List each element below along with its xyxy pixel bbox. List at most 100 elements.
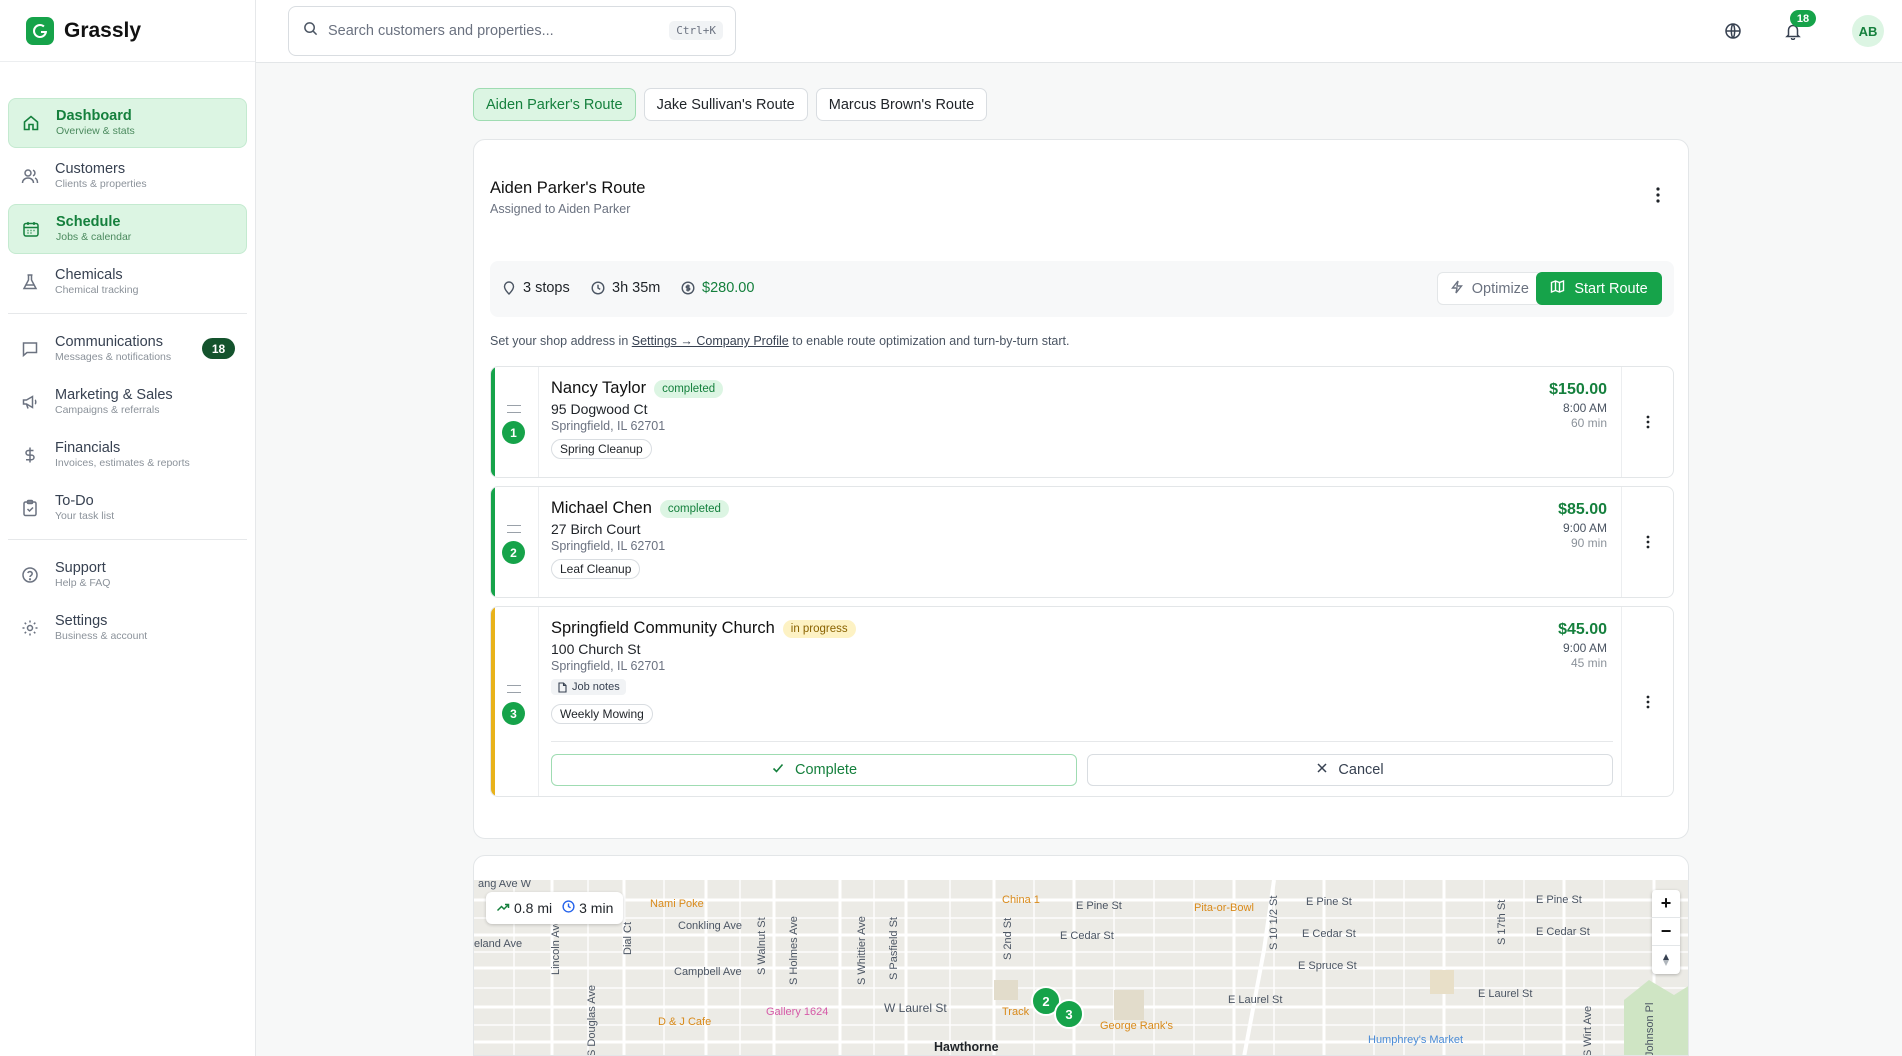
route-time: 3 min	[579, 900, 614, 916]
poi-label[interactable]: Gallery 1624	[766, 1006, 828, 1018]
shop-address-note: Set your shop address in Settings → Comp…	[490, 334, 1069, 348]
street-label: Lincoln Ave	[550, 918, 562, 975]
poi-label[interactable]: Humphrey's Market	[1368, 1034, 1463, 1046]
sidebar-item-sub: Chemical tracking	[55, 284, 139, 296]
optimize-button[interactable]: Optimize	[1436, 272, 1542, 305]
stops-stat: 3 stops	[502, 280, 570, 296]
stop-number: 1	[502, 421, 525, 444]
calendar-icon	[21, 219, 41, 239]
stop-handle[interactable]: 1	[491, 367, 539, 477]
tab-aiden-parker-route[interactable]: Aiden Parker's Route	[473, 88, 636, 121]
flask-icon	[20, 272, 40, 292]
sidebar-item-communications[interactable]: Communications Messages & notifications 1…	[8, 324, 247, 374]
message-icon	[20, 339, 40, 359]
tab-marcus-brown-route[interactable]: Marcus Brown's Route	[815, 88, 988, 121]
street-label: S Wirt Ave	[1582, 1005, 1594, 1056]
start-route-button[interactable]: Start Route	[1536, 272, 1662, 305]
map-card: ang Ave W eland Ave Conkling Ave Campbel…	[473, 855, 1689, 1056]
sidebar-item-todo[interactable]: To-Do Your task list	[8, 483, 247, 533]
poi-label[interactable]: Nami Poke	[650, 898, 704, 910]
company-profile-link[interactable]: Settings → Company Profile	[632, 334, 789, 348]
search-input[interactable]: Search customers and properties... Ctrl+…	[288, 6, 736, 56]
complete-button[interactable]: Complete	[551, 754, 1077, 786]
sidebar-item-dashboard[interactable]: Dashboard Overview & stats	[8, 98, 247, 148]
sidebar-item-financials[interactable]: Financials Invoices, estimates & reports	[8, 430, 247, 480]
more-vertical-icon[interactable]	[1656, 187, 1660, 208]
sidebar-item-settings[interactable]: Settings Business & account	[8, 603, 247, 653]
sidebar-item-customers[interactable]: Customers Clients & properties	[8, 151, 247, 201]
sidebar-item-label: Communications	[55, 334, 163, 350]
route-distance: 0.8 mi	[514, 900, 553, 916]
stop-city: Springfield, IL 62701	[551, 419, 666, 433]
service-tag: Spring Cleanup	[551, 439, 652, 459]
poi-label[interactable]: China 1	[1002, 894, 1040, 906]
brand[interactable]: Grassly	[0, 0, 255, 62]
topbar: Search customers and properties... Ctrl+…	[256, 0, 1902, 63]
sidebar-item-chemicals[interactable]: Chemicals Chemical tracking	[8, 257, 247, 307]
zoom-in-button[interactable]: +	[1652, 890, 1680, 918]
sidebar-item-marketing[interactable]: Marketing & Sales Campaigns & referrals	[8, 377, 247, 427]
stop-card[interactable]: 3 Springfield Community Church in progres…	[490, 606, 1674, 797]
notification-badge: 18	[1790, 10, 1816, 27]
service-tag: Weekly Mowing	[551, 703, 653, 724]
job-notes-button[interactable]: Job notes	[551, 679, 626, 695]
customer-name[interactable]: Nancy Taylor	[551, 379, 646, 398]
street-label: S Whittier Ave	[856, 916, 868, 985]
sidebar-item-schedule[interactable]: Schedule Jobs & calendar	[8, 204, 247, 254]
sidebar-item-label: Support	[55, 560, 106, 576]
more-vertical-icon[interactable]	[1621, 487, 1673, 597]
stop-handle[interactable]: 2	[491, 487, 539, 597]
street-label: E Pine St	[1076, 900, 1122, 912]
sidebar-item-sub: Overview & stats	[56, 125, 135, 137]
stop-handle[interactable]: 3	[491, 607, 539, 796]
dollar-icon	[20, 445, 40, 465]
map-icon	[1550, 279, 1565, 298]
map-marker[interactable]: 3	[1054, 999, 1084, 1029]
street-label: Dial Ct	[622, 921, 634, 955]
sidebar-item-support[interactable]: Support Help & FAQ	[8, 550, 247, 600]
globe-icon[interactable]	[1720, 18, 1746, 44]
stop-card[interactable]: 2 Michael Chen completed 27 Birch Court S…	[490, 486, 1674, 598]
customer-name[interactable]: Springfield Community Church	[551, 619, 775, 638]
drag-handle-icon[interactable]	[507, 685, 521, 693]
poi-label[interactable]: Track	[1002, 1006, 1029, 1018]
dollar-circle-icon	[681, 281, 695, 295]
users-icon	[20, 166, 40, 186]
customer-name[interactable]: Michael Chen	[551, 499, 652, 518]
drag-handle-icon[interactable]	[507, 525, 521, 533]
brand-name: Grassly	[64, 18, 142, 42]
stop-card[interactable]: 1 Nancy Taylor completed 95 Dogwood Ct Sp…	[490, 366, 1674, 478]
street-label: E Spruce St	[1298, 960, 1357, 972]
stop-city: Springfield, IL 62701	[551, 659, 666, 673]
route-duration: 3h 35m	[612, 280, 661, 296]
service-tag: Leaf Cleanup	[551, 559, 641, 579]
route-stats: 3 stops 3h 35m $280.00 Optimize Start Ro…	[490, 261, 1674, 317]
sidebar-item-sub: Business & account	[55, 630, 148, 642]
status-bar	[491, 607, 495, 796]
sidebar-item-label: Settings	[55, 613, 108, 629]
sidebar-item-label: Customers	[55, 161, 126, 177]
cancel-button[interactable]: Cancel	[1087, 754, 1613, 786]
street-label: E Cedar St	[1060, 930, 1114, 942]
zoom-out-button[interactable]: −	[1652, 918, 1680, 946]
file-icon	[558, 681, 567, 693]
note-text: to enable route optimization and turn-by…	[788, 334, 1070, 348]
stop-pricing: $150.00 8:00 AM 60 min	[1549, 381, 1607, 430]
compass-icon[interactable]	[1652, 946, 1680, 974]
more-vertical-icon[interactable]	[1621, 367, 1673, 477]
poi-label[interactable]: D & J Cafe	[658, 1016, 711, 1028]
sidebar-item-sub: Help & FAQ	[55, 577, 111, 589]
stop-actions: Complete Cancel	[551, 741, 1613, 786]
drag-handle-icon[interactable]	[507, 405, 521, 413]
street-label: E Pine St	[1536, 894, 1582, 906]
street-label: Johnson Pl	[1644, 1002, 1656, 1056]
more-vertical-icon[interactable]	[1621, 607, 1673, 796]
poi-label[interactable]: George Rank's	[1100, 1020, 1173, 1032]
street-label: S Holmes Ave	[788, 916, 800, 985]
total-stat: $280.00	[681, 280, 754, 296]
route-map[interactable]: ang Ave W eland Ave Conkling Ave Campbel…	[474, 880, 1688, 1056]
lightning-icon	[1450, 280, 1464, 298]
avatar[interactable]: AB	[1852, 15, 1884, 47]
poi-label[interactable]: Pita-or-Bowl	[1194, 902, 1254, 914]
tab-jake-sullivan-route[interactable]: Jake Sullivan's Route	[643, 88, 808, 121]
